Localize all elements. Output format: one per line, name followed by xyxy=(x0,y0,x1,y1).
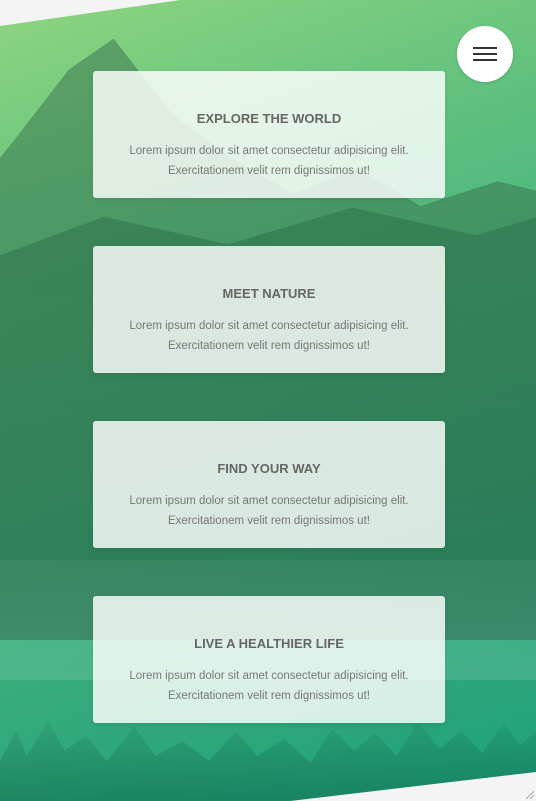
hamburger-icon xyxy=(473,43,497,65)
card-text: Lorem ipsum dolor sit amet consectetur a… xyxy=(129,495,409,527)
card-text: Lorem ipsum dolor sit amet consectetur a… xyxy=(129,145,409,177)
card-title: FIND YOUR WAY xyxy=(217,461,321,476)
feature-card: MEET NATURE Lorem ipsum dolor sit amet c… xyxy=(93,246,445,373)
card-title: MEET NATURE xyxy=(222,286,316,301)
resize-grip-icon[interactable] xyxy=(524,789,534,799)
card-text: Lorem ipsum dolor sit amet consectetur a… xyxy=(129,320,409,352)
card-title: EXPLORE THE WORLD xyxy=(196,111,342,126)
hero-background: EXPLORE THE WORLD Lorem ipsum dolor sit … xyxy=(0,0,536,801)
feature-card: EXPLORE THE WORLD Lorem ipsum dolor sit … xyxy=(93,71,445,198)
feature-card: FIND YOUR WAY Lorem ipsum dolor sit amet… xyxy=(93,421,445,548)
menu-button[interactable] xyxy=(457,26,513,82)
card-text: Lorem ipsum dolor sit amet consectetur a… xyxy=(129,670,409,702)
feature-card: LIVE A HEALTHIER LIFE Lorem ipsum dolor … xyxy=(93,596,445,723)
card-title: LIVE A HEALTHIER LIFE xyxy=(194,636,344,651)
